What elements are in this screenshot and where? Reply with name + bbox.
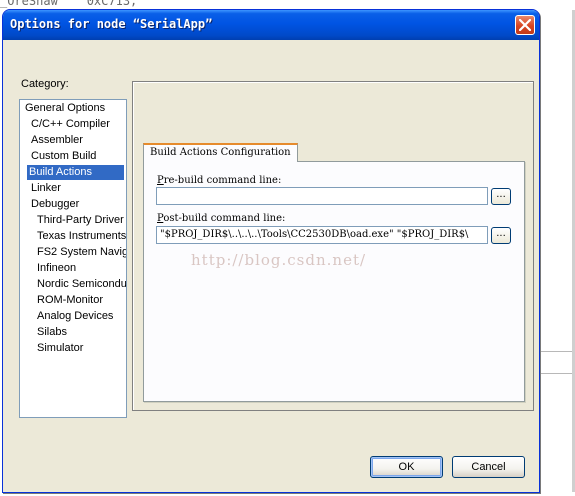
background-divider	[540, 373, 575, 374]
background-divider	[540, 351, 575, 352]
category-item[interactable]: ROM-Monitor	[35, 293, 105, 308]
close-x-icon	[519, 19, 531, 31]
category-item[interactable]: Simulator	[35, 341, 85, 356]
category-item[interactable]: Custom Build	[29, 149, 98, 164]
category-item[interactable]: Analog Devices	[35, 309, 115, 324]
category-item[interactable]: Silabs	[35, 325, 69, 340]
category-item[interactable]: Assembler	[29, 133, 85, 148]
background-code-fragment: _OreShaw 0xC713,	[0, 0, 138, 8]
dialog-title: Options for node “SerialApp”	[10, 17, 213, 31]
postbuild-command-input[interactable]: "$PROJ_DIR$\..\..\..\Tools\CC2530DB\oad.…	[156, 226, 488, 244]
postbuild-browse-button[interactable]: ...	[491, 227, 511, 244]
watermark: http://blog.csdn.net/	[191, 251, 367, 269]
category-item[interactable]: Linker	[29, 181, 63, 196]
category-item[interactable]: Nordic Semiconduc	[35, 277, 126, 292]
close-button[interactable]	[515, 15, 535, 35]
prebuild-label: Pre-build command line:	[157, 175, 282, 186]
dialog-titlebar[interactable]: Options for node “SerialApp”	[3, 10, 539, 40]
category-item[interactable]: Texas Instruments	[35, 229, 126, 244]
ok-button[interactable]: OK	[370, 456, 443, 478]
category-item[interactable]: Infineon	[35, 261, 78, 276]
category-item[interactable]: C/C++ Compiler	[29, 117, 112, 132]
category-list[interactable]: General Options C/C++ Compiler Assembler Cu…	[19, 99, 127, 418]
category-item[interactable]: FS2 System Navig	[35, 245, 126, 260]
prebuild-command-input[interactable]	[156, 187, 488, 205]
category-item[interactable]: General Options	[23, 101, 107, 116]
prebuild-browse-button[interactable]: ...	[491, 188, 511, 205]
category-label: Category:	[21, 78, 69, 90]
category-item[interactable]: Third-Party Driver	[35, 213, 126, 228]
category-item[interactable]: Build Actions	[27, 165, 124, 180]
postbuild-label: Post-build command line:	[157, 213, 286, 224]
tab-build-actions-configuration[interactable]: Build Actions Configuration	[143, 143, 298, 162]
category-item[interactable]: Debugger	[29, 197, 81, 212]
cancel-button[interactable]: Cancel	[452, 456, 525, 478]
